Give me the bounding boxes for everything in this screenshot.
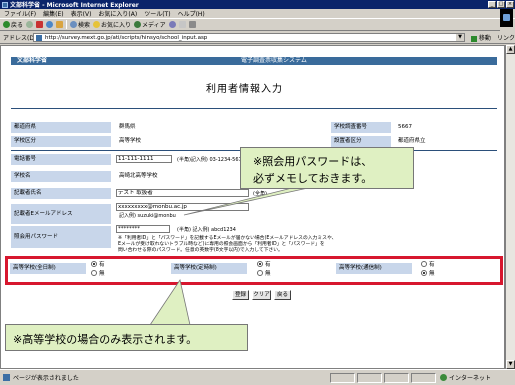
status-text: ページが表示されました (13, 375, 79, 382)
callout-highschool-pointer (149, 278, 191, 326)
status-bar: ページが表示されました インターネット (0, 369, 515, 385)
status-panel (411, 373, 436, 383)
page-done-icon (3, 374, 10, 381)
vertical-scrollbar[interactable]: ▲ ▼ (505, 45, 515, 369)
status-panel (357, 373, 382, 383)
scroll-down-icon[interactable]: ▼ (506, 360, 515, 369)
callout-password-line1: ※照会用パスワードは、 (253, 155, 373, 168)
status-panel (384, 373, 409, 383)
status-panel (330, 373, 355, 383)
callout-high-school: ※高等学校の場合のみ表示されます。 (5, 324, 248, 351)
callout-password-line2: 必ずメモしておきます。 (253, 172, 373, 185)
globe-icon (440, 374, 447, 381)
browser-window: 文部科学省 - Microsoft Internet Explorer _ □ … (0, 0, 515, 385)
scroll-up-icon[interactable]: ▲ (506, 45, 515, 54)
callout-password-pointer (183, 187, 309, 216)
callout-high-school-text: ※高等学校の場合のみ表示されます。 (13, 333, 198, 346)
callout-password: ※照会用パスワードは、 必ずメモしておきます。 (240, 147, 414, 189)
security-zone: インターネット (440, 373, 491, 382)
